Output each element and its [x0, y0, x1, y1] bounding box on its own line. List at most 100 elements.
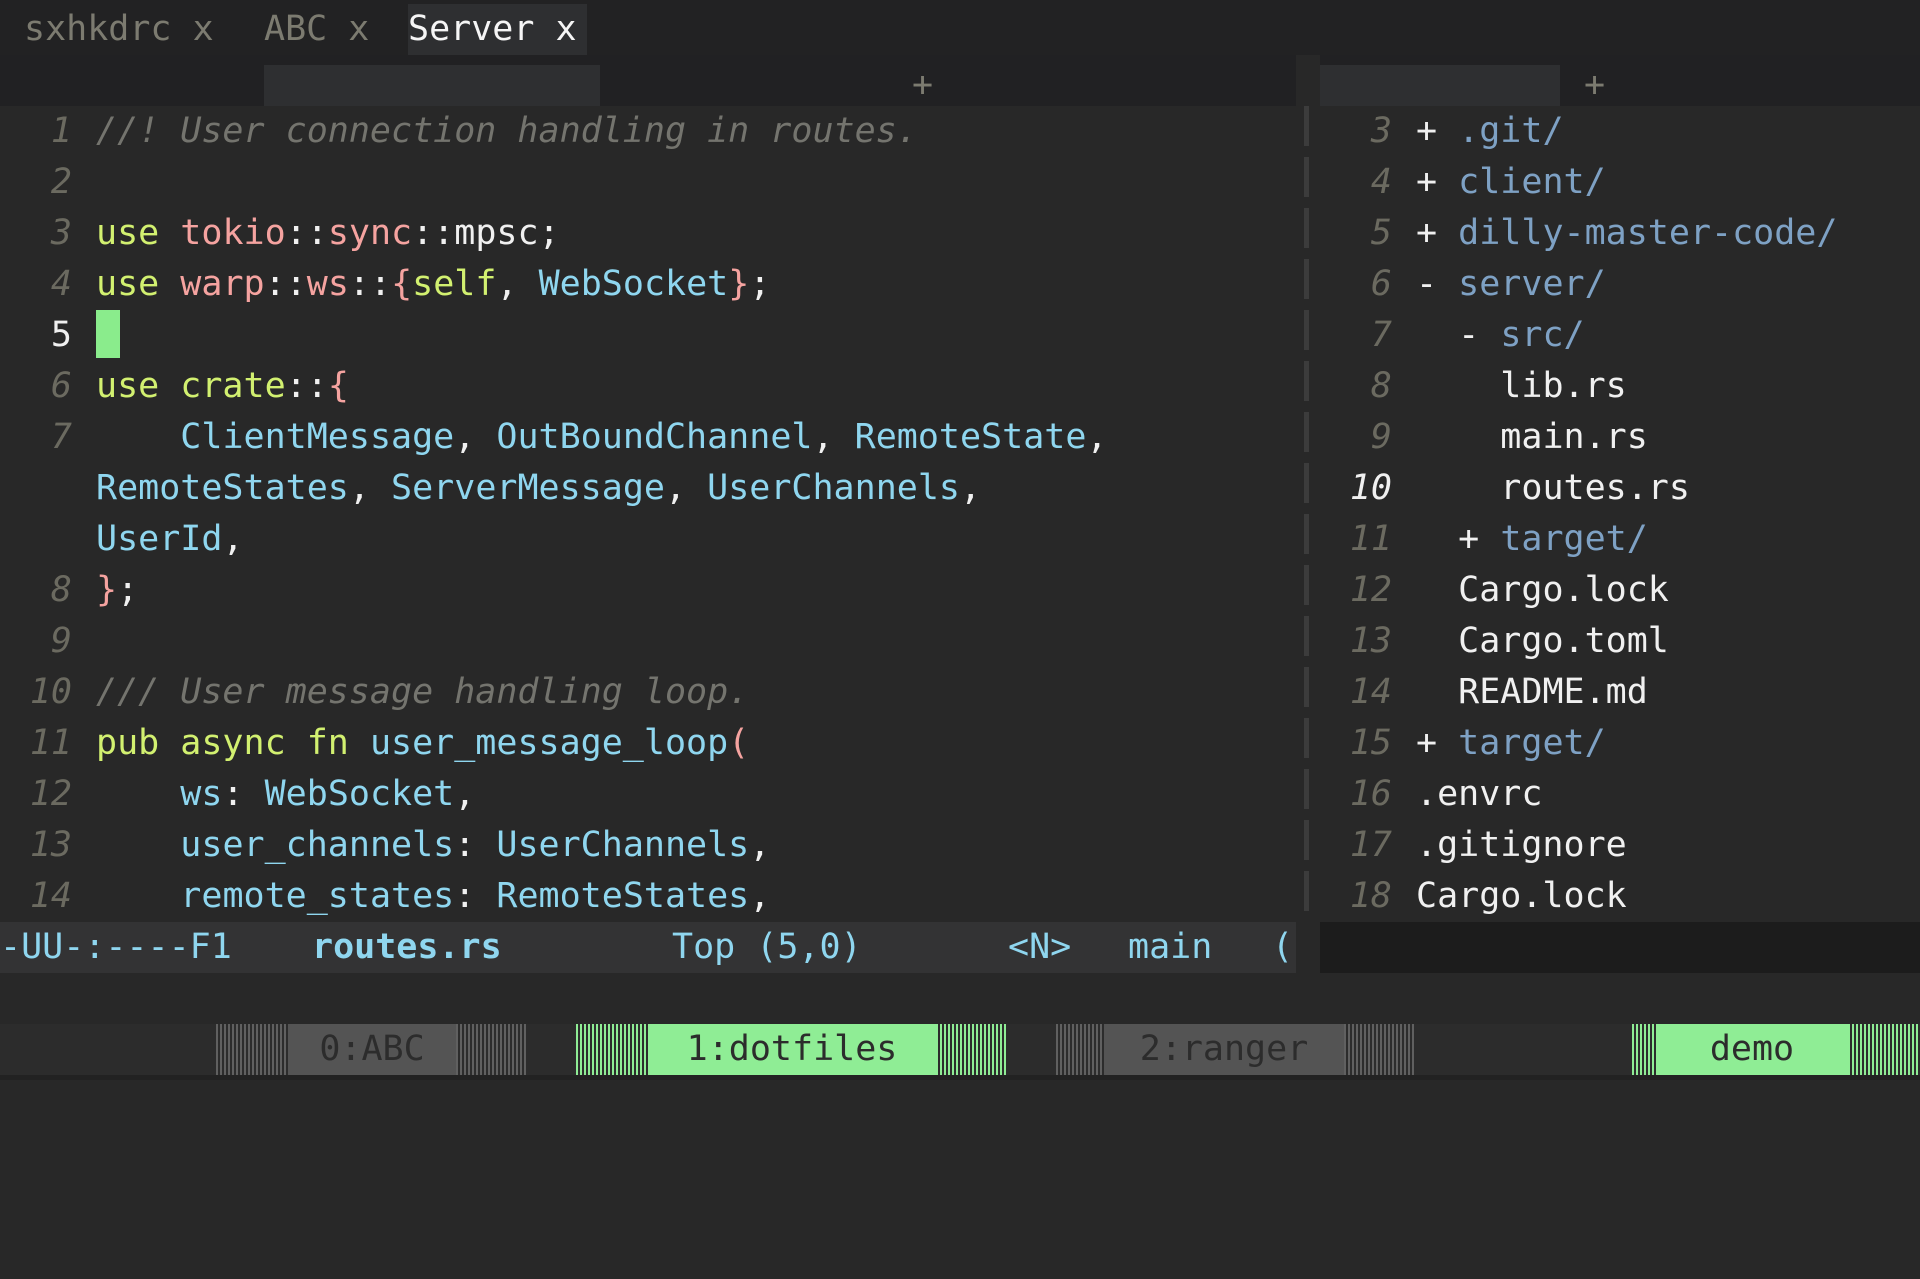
tmux-window-2[interactable]: 2:ranger — [1104, 1024, 1344, 1075]
frame-tab-server[interactable]: Server x — [408, 4, 587, 55]
tree-item-file[interactable]: 9 main.rs — [1320, 412, 1648, 463]
code-token: :: — [285, 366, 328, 406]
directory-name: client/ — [1458, 162, 1606, 202]
tree-item-dir[interactable]: 4 + client/ — [1320, 157, 1606, 208]
code-token: UserChannels — [707, 468, 960, 508]
tree-item-file[interactable]: 10 routes.rs — [1320, 463, 1690, 514]
code-line[interactable]: 1 //! User connection handling in routes. — [0, 106, 918, 157]
code-line[interactable]: 4 use warp::ws::{self, WebSocket}; — [0, 259, 770, 310]
code-token: RemoteStates — [496, 876, 750, 916]
code-line[interactable]: 7 ClientMessage, OutBoundChannel, Remote… — [0, 412, 1108, 463]
code-line[interactable]: 6 use crate::{ — [0, 361, 349, 412]
code-line[interactable]: 8}; — [0, 565, 138, 616]
expand-icon[interactable]: + — [1458, 519, 1500, 559]
tmux-window-1[interactable]: 1:dotfiles — [648, 1024, 936, 1075]
tree-item-file[interactable]: 18 Cargo.lock — [1320, 871, 1627, 922]
line-number: 13 — [29, 825, 72, 865]
tree-entry: Cargo.toml — [1416, 616, 1669, 667]
directory-name: target/ — [1500, 519, 1648, 559]
code-line[interactable]: 11 pub async fn user_message_loop( — [0, 718, 749, 769]
modeline-position: Top (5,0) — [672, 927, 862, 967]
code-line[interactable]: UserId, — [0, 514, 244, 565]
expand-icon[interactable]: + — [1416, 162, 1458, 202]
collapse-icon[interactable]: - — [1416, 264, 1458, 304]
line-number: 12 — [29, 774, 72, 814]
code-text: /// User message handling loop. — [96, 667, 749, 718]
minibuffer[interactable] — [0, 973, 1920, 1024]
line-number: 10 — [1349, 468, 1392, 508]
code-text — [96, 310, 120, 361]
new-tab-button[interactable]: + — [912, 65, 933, 106]
file-name: Cargo.toml — [1458, 621, 1669, 661]
code-token: ( — [728, 723, 750, 763]
buffer-tab-lib[interactable]: lib.rs × — [48, 65, 301, 146]
directory-name: target/ — [1458, 723, 1606, 763]
window-divider[interactable] — [1304, 106, 1309, 922]
tree-item-file[interactable]: 8 lib.rs — [1320, 361, 1627, 412]
tmux-window-0[interactable]: 0:ABC — [288, 1024, 456, 1075]
code-line[interactable]: 12 ws: WebSocket, — [0, 769, 476, 820]
code-token: remote_states — [180, 876, 455, 916]
code-text: user_channels: UserChannels, — [96, 820, 770, 871]
code-line[interactable]: 2 — [0, 157, 72, 208]
code-line[interactable]: RemoteStates, ServerMessage, UserChannel… — [0, 463, 981, 514]
expand-icon[interactable]: + — [1416, 111, 1458, 151]
code-token: //! User connection handling in routes. — [96, 111, 918, 151]
code-token: sync — [327, 213, 413, 253]
directory-name: src/ — [1500, 315, 1585, 355]
tree-item-dir[interactable]: 5 + dilly-master-code/ — [1320, 208, 1838, 259]
tree-item-file[interactable]: 13 Cargo.toml — [1320, 616, 1669, 667]
buffer-tab-main[interactable]: main.rs × — [648, 65, 922, 146]
tree-item-file[interactable]: 17 .gitignore — [1320, 820, 1627, 871]
line-number: 13 — [1349, 621, 1392, 661]
new-tree-tab-button[interactable]: + — [1584, 65, 1605, 106]
tree-entry: Cargo.lock — [1416, 565, 1669, 616]
code-text: UserId, — [96, 514, 244, 565]
code-line[interactable]: 3 use tokio::sync::mpsc; — [0, 208, 560, 259]
tree-item-dir[interactable]: 3 + .git/ — [1320, 106, 1564, 157]
tree-entry: .envrc — [1416, 769, 1542, 820]
tree-tab[interactable]: @tree × — [1320, 65, 1600, 146]
code-line[interactable]: 9 — [0, 616, 72, 667]
file-name: .gitignore — [1416, 825, 1627, 865]
tree-item-file[interactable]: 12 Cargo.lock — [1320, 565, 1669, 616]
line-number: 15 — [1349, 723, 1392, 763]
code-line[interactable]: 14 remote_states: RemoteStates, — [0, 871, 771, 922]
code-line[interactable]: 5 — [0, 310, 120, 361]
tree-entry: + dilly-master-code/ — [1416, 208, 1837, 259]
expand-icon[interactable]: + — [1416, 213, 1458, 253]
modeline-branch: main — [1128, 927, 1213, 967]
tree-item-dir[interactable]: 6- server/ — [1320, 259, 1606, 310]
line-number: 7 — [1370, 315, 1392, 355]
frame-tab-abc[interactable]: ABC x — [264, 4, 369, 55]
collapse-icon[interactable]: - — [1458, 315, 1500, 355]
code-line[interactable]: 10 /// User message handling loop. — [0, 667, 749, 718]
file-name: main.rs — [1500, 417, 1648, 457]
tree-item-dir[interactable]: 15 + target/ — [1320, 718, 1606, 769]
expand-icon[interactable]: + — [1416, 723, 1458, 763]
code-token: OutBoundChannel — [496, 417, 813, 457]
code-token: : — [454, 876, 497, 916]
code-token: :: — [264, 264, 307, 304]
file-tree[interactable]: 3 + .git/4 + client/5 + dilly-master-code/6… — [1320, 106, 1920, 922]
tree-item-file[interactable]: 14 README.md — [1320, 667, 1648, 718]
tree-modeline: [3/3] src (F:3) — [1320, 922, 1920, 1018]
frame-tab-sxhkdrc[interactable]: sxhkdrc x — [24, 4, 214, 55]
code-text: remote_states: RemoteStates, — [96, 871, 770, 922]
code-token: ; — [117, 570, 139, 610]
code-editor[interactable]: 1 //! User connection handling in routes.… — [0, 106, 1296, 922]
buffer-tab-routes[interactable]: routes.rs × — [264, 65, 628, 146]
tree-item-dir[interactable]: 11 + target/ — [1320, 514, 1648, 565]
code-line[interactable]: 13 user_channels: UserChannels, — [0, 820, 771, 871]
tree-entry: + client/ — [1416, 157, 1606, 208]
window-separator — [1344, 1024, 1416, 1075]
tree-entry: main.rs — [1416, 412, 1648, 463]
tree-item-dir[interactable]: 7 - src/ — [1320, 310, 1585, 361]
directory-name: .git/ — [1458, 111, 1564, 151]
tree-item-file[interactable]: 16 .envrc — [1320, 769, 1543, 820]
